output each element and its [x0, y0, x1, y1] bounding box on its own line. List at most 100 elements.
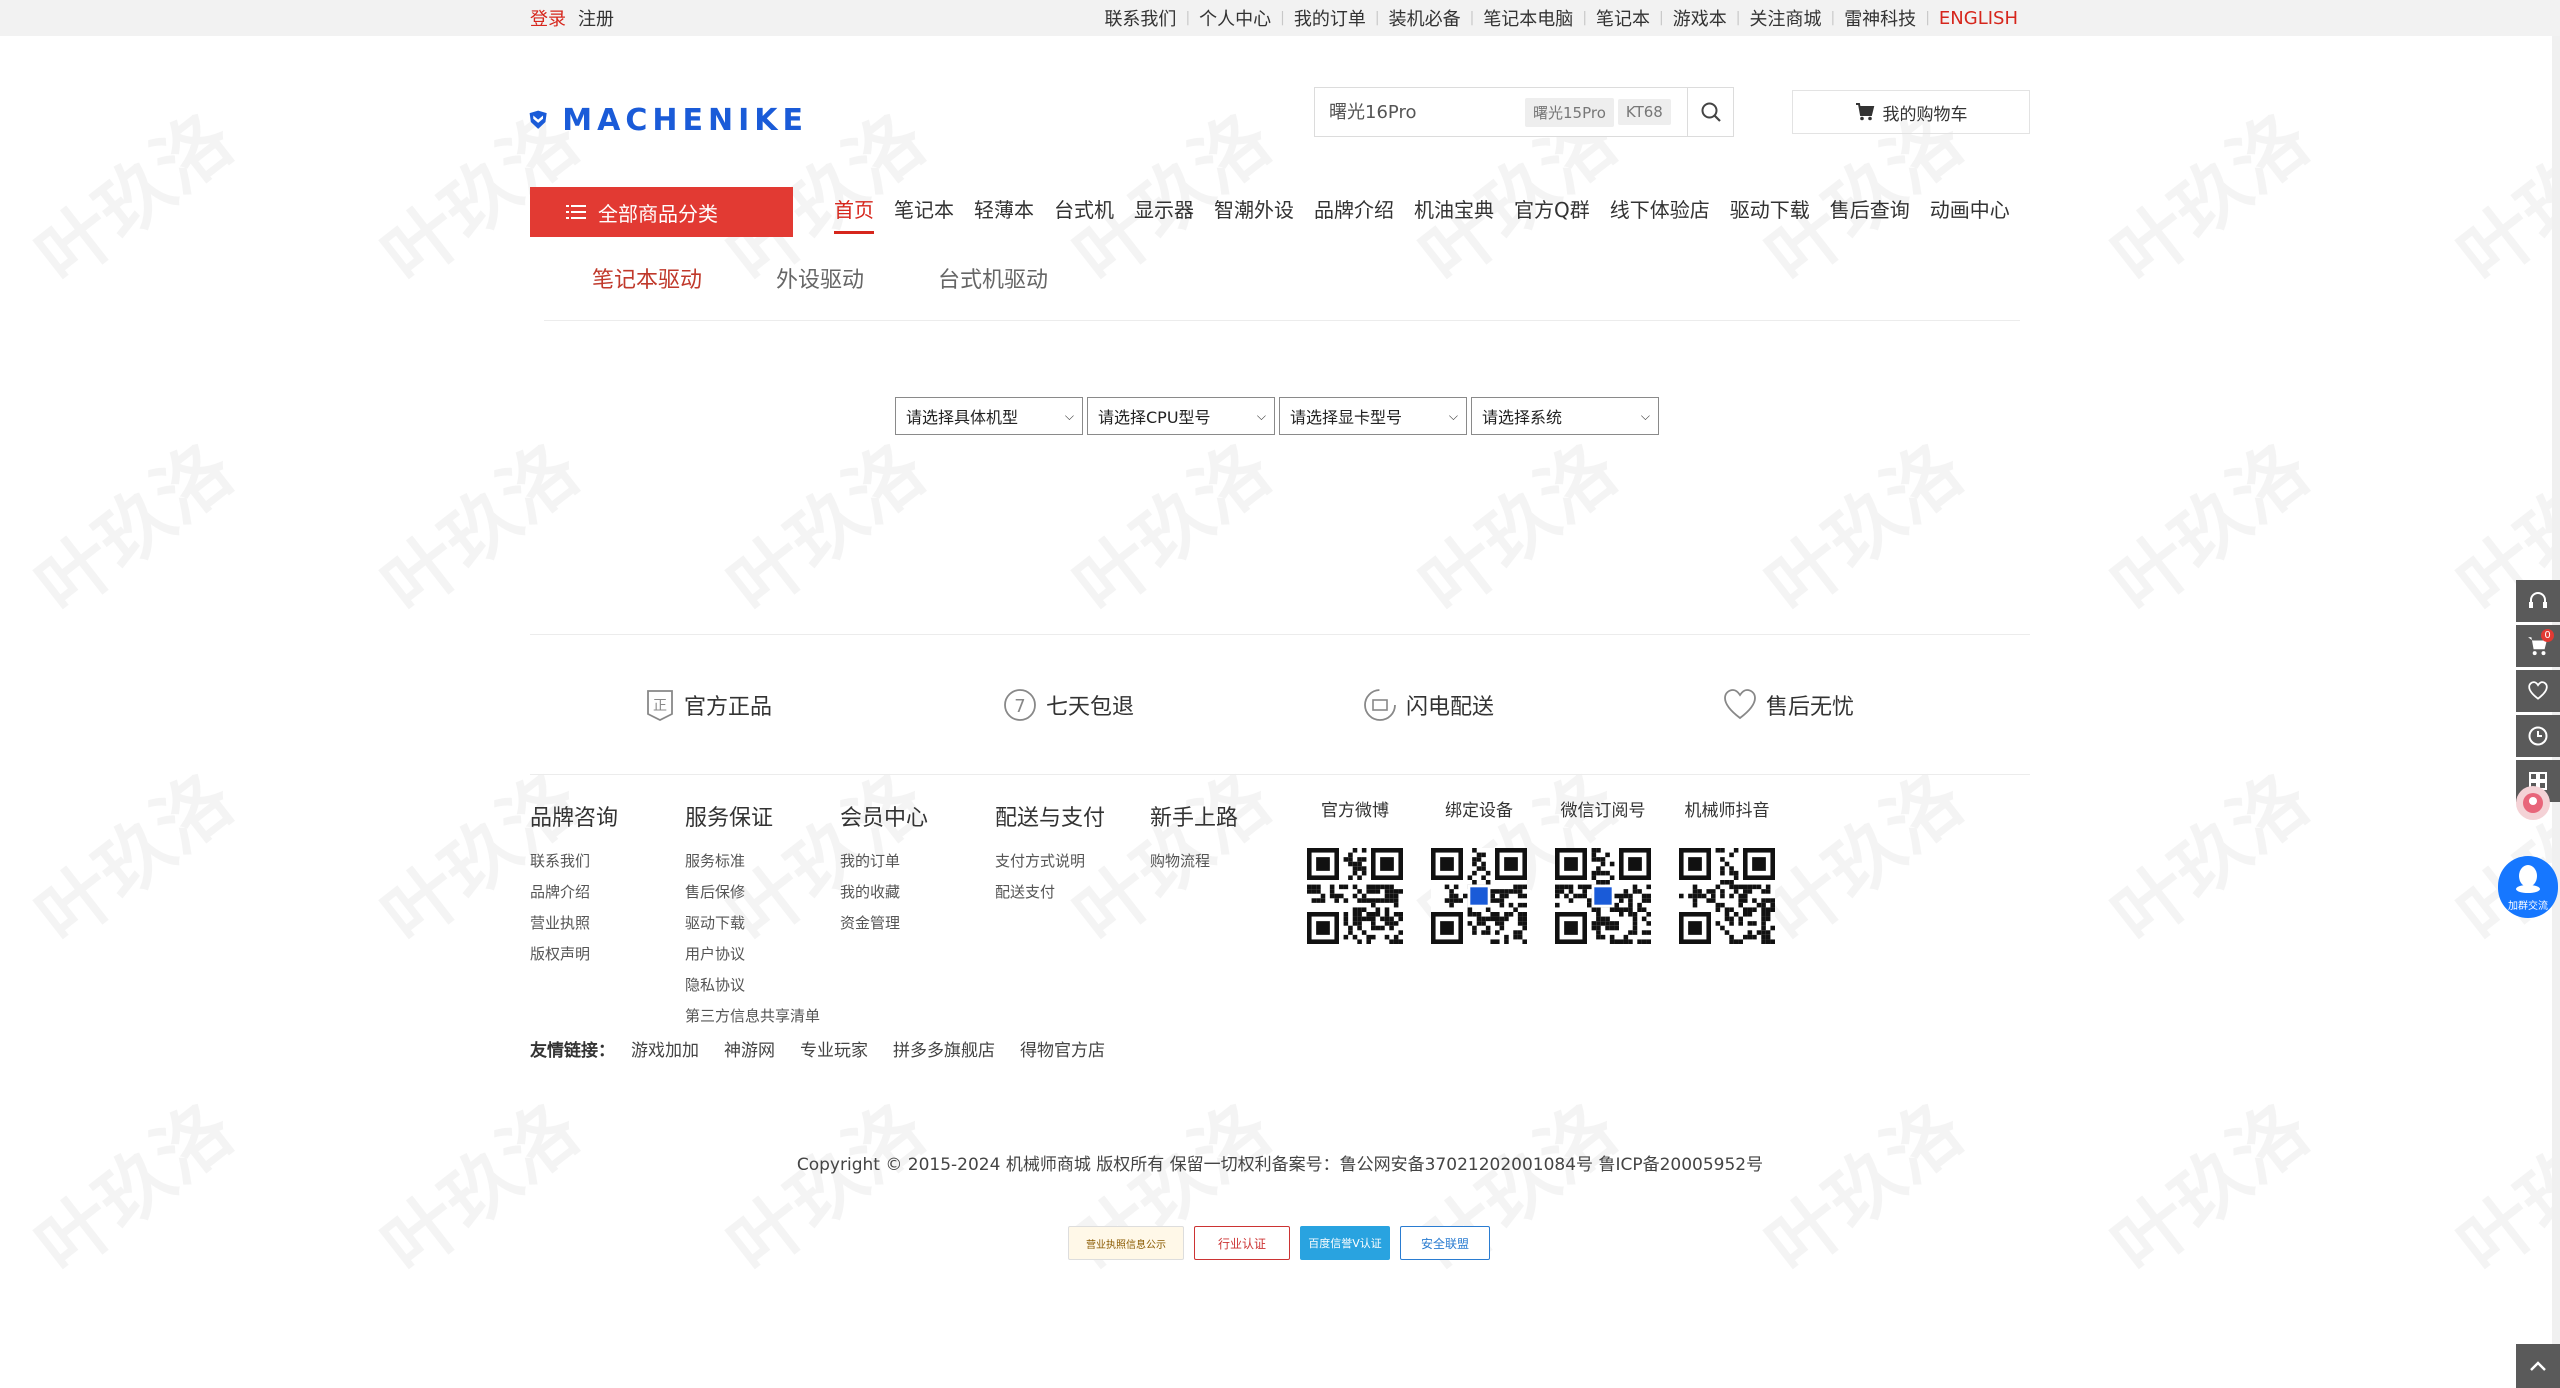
footer-link[interactable]: 联系我们 — [530, 846, 618, 877]
nav-animation[interactable]: 动画中心 — [1930, 190, 2010, 234]
nav-guide[interactable]: 机油宝典 — [1414, 190, 1494, 234]
friend-link[interactable]: 游戏加加 — [631, 1036, 699, 1061]
nav-ultrabook[interactable]: 轻薄本 — [974, 190, 1034, 234]
all-categories-button[interactable]: 全部商品分类 — [530, 187, 793, 237]
logo-wordmark: MACHENIKE — [562, 102, 808, 138]
footer-link[interactable]: 营业执照 — [530, 908, 618, 939]
watermark-text: 叶玖洛 — [1741, 1073, 1982, 1294]
friend-link[interactable]: 得物官方店 — [1020, 1036, 1105, 1061]
guarantee-label: 售后无忧 — [1766, 695, 1855, 720]
footer-link[interactable]: 版权声明 — [530, 939, 618, 970]
search-box: 曙光15Pro KT68 — [1314, 87, 1734, 137]
divider: | — [1280, 10, 1285, 26]
footer-link[interactable]: 售后保修 — [685, 877, 820, 908]
top-bar: 登录 注册 联系我们 | 个人中心 | 我的订单 | 装机必备 | 笔记本电脑 | 笔记本… — [0, 0, 2560, 36]
friend-link[interactable]: 专业玩家 — [800, 1036, 868, 1061]
login-link[interactable]: 登录 — [530, 5, 566, 31]
watermark-text: 叶玖洛 — [357, 1073, 598, 1294]
qq-group-label: 加群交流 — [2508, 900, 2548, 912]
footer-col-title: 配送与支付 — [995, 806, 1106, 831]
footer-link[interactable]: 配送支付 — [995, 877, 1105, 908]
footer-link[interactable]: 我的订单 — [840, 846, 928, 877]
top-link-follow[interactable]: 关注商城 — [1749, 5, 1821, 31]
nav-home[interactable]: 首页 — [834, 190, 874, 234]
side-cart-button[interactable]: 0 — [2516, 625, 2560, 667]
divider — [530, 774, 2030, 775]
divider: | — [1659, 10, 1664, 26]
friend-link[interactable]: 神游网 — [724, 1036, 775, 1061]
footer-col-delivery: 配送与支付 支付方式说明 配送支付 — [995, 800, 1105, 908]
footer-link[interactable]: 购物流程 — [1150, 846, 1238, 877]
footer-link[interactable]: 第三方信息共享清单 — [685, 1001, 820, 1032]
top-link-thunderobot[interactable]: 雷神科技 — [1844, 5, 1916, 31]
top-link-gaming[interactable]: 游戏本 — [1673, 5, 1727, 31]
footer-link[interactable]: 驱动下载 — [685, 908, 820, 939]
qr-douyin: 机械师抖音 — [1672, 796, 1782, 948]
friend-link[interactable]: 拼多多旗舰店 — [893, 1036, 995, 1061]
footer-link[interactable]: 隐私协议 — [685, 970, 820, 1001]
top-link-english[interactable]: ENGLISH — [1939, 8, 2018, 29]
divider: | — [1374, 10, 1380, 26]
footer-link[interactable]: 支付方式说明 — [995, 846, 1105, 877]
register-link[interactable]: 注册 — [578, 5, 614, 31]
search-button[interactable] — [1687, 88, 1733, 136]
divider — [530, 634, 2030, 635]
top-link-essentials[interactable]: 装机必备 — [1389, 5, 1461, 31]
security-alliance-badge[interactable]: 安全联盟 — [1400, 1226, 1490, 1260]
back-to-top-button[interactable] — [2516, 1344, 2560, 1388]
footer-link[interactable]: 我的收藏 — [840, 877, 928, 908]
divider: | — [1469, 10, 1475, 26]
guarantee-return: 7 七天包退 — [1002, 680, 1134, 730]
assistant-avatar[interactable] — [2516, 786, 2550, 820]
top-link-orders[interactable]: 我的订单 — [1294, 5, 1366, 31]
tab-desktop-drivers[interactable]: 台式机驱动 — [938, 262, 1048, 294]
footer-link[interactable]: 资金管理 — [840, 908, 928, 939]
top-link-laptops[interactable]: 笔记本电脑 — [1483, 5, 1573, 31]
nav-peripherals[interactable]: 智潮外设 — [1214, 190, 1294, 234]
footer-link[interactable]: 用户协议 — [685, 939, 820, 970]
watermark-text: 叶玖洛 — [1395, 1073, 1636, 1294]
search-input[interactable] — [1315, 89, 1525, 135]
top-link-notebook[interactable]: 笔记本 — [1596, 5, 1650, 31]
nav-desktop[interactable]: 台式机 — [1054, 190, 1114, 234]
license-badge[interactable]: 营业执照信息公示 — [1068, 1226, 1184, 1260]
model-select[interactable]: 请选择具体机型 ⌵ — [895, 397, 1083, 435]
watermark-text: 叶玖洛 — [1741, 413, 1982, 634]
watermark-text: 叶玖洛 — [2087, 413, 2328, 634]
favorites-button[interactable] — [2516, 670, 2560, 712]
hot-search-tag[interactable]: 曙光15Pro — [1525, 97, 1614, 127]
tab-laptop-drivers[interactable]: 笔记本驱动 — [592, 262, 702, 294]
history-button[interactable] — [2516, 715, 2560, 757]
nav-qq-group[interactable]: 官方Q群 — [1514, 190, 1590, 234]
qr-code-icon — [1431, 848, 1527, 944]
tab-peripheral-drivers[interactable]: 外设驱动 — [776, 262, 864, 294]
qq-group-button[interactable]: 加群交流 — [2498, 856, 2558, 918]
badge-label: 营业执照信息公示 — [1086, 1239, 1166, 1251]
nav-monitor[interactable]: 显示器 — [1134, 190, 1194, 234]
my-cart-button[interactable]: 我的购物车 — [1792, 90, 2030, 134]
baidu-credit-badge[interactable]: 百度信誉V认证 — [1300, 1226, 1390, 1260]
brand-logo[interactable]: MACHENIKE — [528, 92, 808, 148]
hot-search-tag[interactable]: KT68 — [1617, 99, 1671, 125]
cpu-select[interactable]: 请选择CPU型号 ⌵ — [1087, 397, 1275, 435]
top-link-account[interactable]: 个人中心 — [1199, 5, 1271, 31]
gpu-select[interactable]: 请选择显卡型号 ⌵ — [1279, 397, 1467, 435]
nav-brand[interactable]: 品牌介绍 — [1314, 190, 1394, 234]
nav-after-sales[interactable]: 售后查询 — [1830, 190, 1910, 234]
chevron-down-icon: ⌵ — [1256, 408, 1266, 423]
footer-link[interactable]: 服务标准 — [685, 846, 820, 877]
footer-link[interactable]: 品牌介绍 — [530, 877, 618, 908]
logo-shield-icon — [529, 110, 547, 129]
nav-offline-store[interactable]: 线下体验店 — [1610, 190, 1710, 234]
industry-cert-badge[interactable]: 行业认证 — [1194, 1226, 1290, 1260]
divider: | — [1582, 10, 1588, 26]
nav-drivers[interactable]: 驱动下载 — [1730, 190, 1810, 234]
os-select[interactable]: 请选择系统 ⌵ — [1471, 397, 1659, 435]
nav-laptop[interactable]: 笔记本 — [894, 190, 954, 234]
watermark-text: 叶玖洛 — [357, 413, 598, 634]
chevron-down-icon: ⌵ — [1064, 408, 1074, 423]
auth-links: 登录 注册 — [530, 0, 614, 36]
customer-service-button[interactable] — [2516, 580, 2560, 622]
guarantee-label: 官方正品 — [684, 695, 773, 720]
top-link-contact[interactable]: 联系我们 — [1104, 5, 1176, 31]
